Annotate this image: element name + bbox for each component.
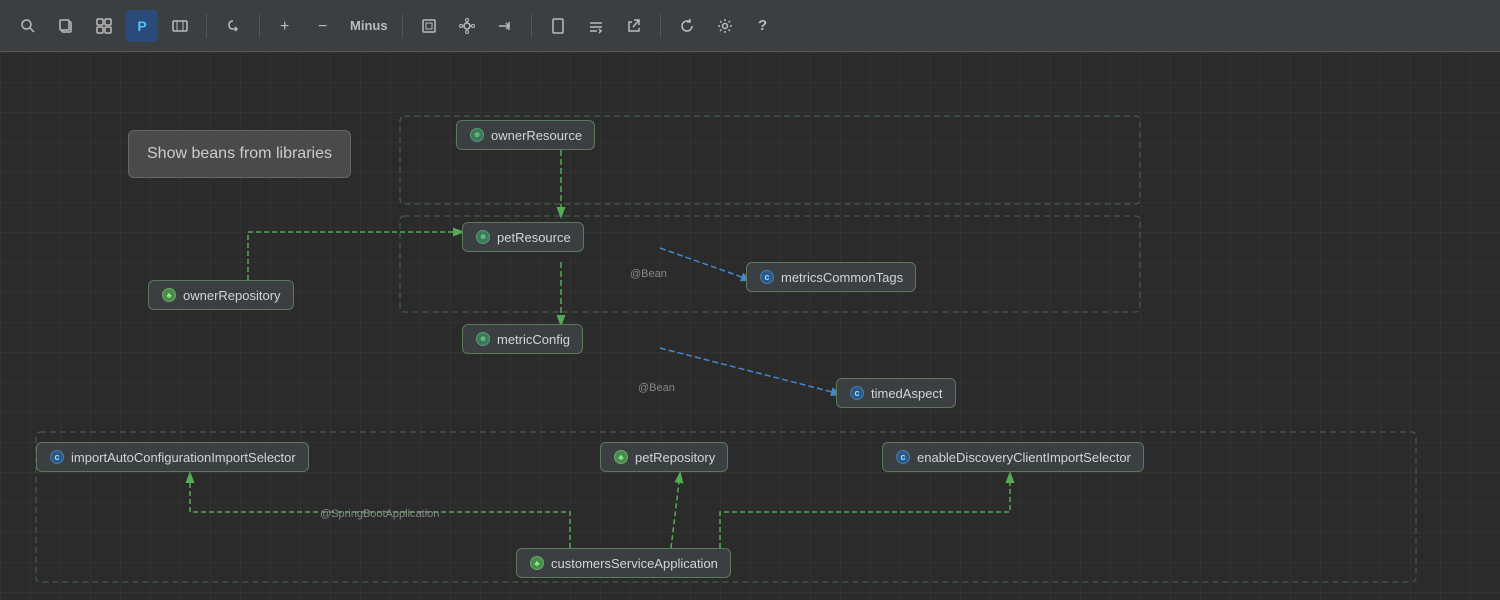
fit-btn[interactable] xyxy=(413,10,445,42)
node-icon-importAutoConfig: c xyxy=(49,449,65,465)
sep2 xyxy=(259,14,260,38)
node-label-timedAspect: timedAspect xyxy=(871,386,943,401)
settings-btn[interactable] xyxy=(709,10,741,42)
node-ownerRepository[interactable]: ♣ ownerRepository xyxy=(148,280,294,310)
refresh-btn[interactable] xyxy=(671,10,703,42)
zoom-label: Minus xyxy=(346,18,392,33)
edge-label-springboot: @SpringBootApplication xyxy=(320,508,439,520)
node-enableDiscoveryClientImportSelector[interactable]: c enableDiscoveryClientImportSelector xyxy=(882,442,1144,472)
network-btn[interactable] xyxy=(451,10,483,42)
node-label-metricConfig: metricConfig xyxy=(497,332,570,347)
node-metricsCommonTags[interactable]: c metricsCommonTags xyxy=(746,262,916,292)
connections-svg xyxy=(0,52,1500,600)
node-label-customersServiceApp: customersServiceApplication xyxy=(551,556,718,571)
node-ownerResource[interactable]: ⊕ ownerResource xyxy=(456,120,595,150)
edge-label-bean1: @Bean xyxy=(630,268,667,280)
search-btn[interactable] xyxy=(12,10,44,42)
svg-text:−: − xyxy=(318,18,327,34)
list-btn[interactable] xyxy=(580,10,612,42)
arrow-btn[interactable] xyxy=(489,10,521,42)
node-label-importAutoConfig: importAutoConfigurationImportSelector xyxy=(71,450,296,465)
node-label-metricsCommonTags: metricsCommonTags xyxy=(781,270,903,285)
node-icon-customersServiceApp: ♣ xyxy=(529,555,545,571)
node-icon-petResource: ⊕ xyxy=(475,229,491,245)
node-timedAspect[interactable]: c timedAspect xyxy=(836,378,956,408)
node-metricConfig[interactable]: ⊕ metricConfig xyxy=(462,324,583,354)
toolbar: P + − Minus xyxy=(0,0,1500,52)
node-importAutoConfigurationImportSelector[interactable]: c importAutoConfigurationImportSelector xyxy=(36,442,309,472)
node-customersServiceApplication[interactable]: ♣ customersServiceApplication xyxy=(516,548,731,578)
edge-label-bean2: @Bean xyxy=(638,382,675,394)
help-btn[interactable]: ? xyxy=(747,10,779,42)
sep3 xyxy=(402,14,403,38)
node-icon-metricsCommonTags: c xyxy=(759,269,775,285)
node-label-ownerResource: ownerResource xyxy=(491,128,582,143)
canvas[interactable]: @Bean @Bean @SpringBootApplication @Enab… xyxy=(0,52,1500,600)
copy-btn[interactable] xyxy=(50,10,82,42)
node-label-ownerRepository: ownerRepository xyxy=(183,288,281,303)
sep4 xyxy=(531,14,532,38)
node-petRepository[interactable]: ♣ petRepository xyxy=(600,442,728,472)
minus-btn[interactable]: − xyxy=(308,10,340,42)
export-btn[interactable] xyxy=(618,10,650,42)
film-btn[interactable] xyxy=(164,10,196,42)
node-icon-enableDiscovery: c xyxy=(895,449,911,465)
svg-text:+: + xyxy=(280,18,289,34)
node-icon-petRepository: ♣ xyxy=(613,449,629,465)
node-label-enableDiscovery: enableDiscoveryClientImportSelector xyxy=(917,450,1131,465)
plus-btn[interactable]: + xyxy=(270,10,302,42)
node-icon-ownerResource: ⊕ xyxy=(469,127,485,143)
hook-btn[interactable] xyxy=(217,10,249,42)
layout-btn[interactable] xyxy=(88,10,120,42)
node-label-petResource: petResource xyxy=(497,230,571,245)
sep5 xyxy=(660,14,661,38)
p-btn[interactable]: P xyxy=(126,10,158,42)
page-btn[interactable] xyxy=(542,10,574,42)
sep1 xyxy=(206,14,207,38)
node-label-petRepository: petRepository xyxy=(635,450,715,465)
node-icon-ownerRepository: ♣ xyxy=(161,287,177,303)
node-petResource[interactable]: ⊕ petResource xyxy=(462,222,584,252)
node-icon-metricConfig: ⊕ xyxy=(475,331,491,347)
tooltip: Show beans from libraries xyxy=(128,130,351,178)
node-icon-timedAspect: c xyxy=(849,385,865,401)
